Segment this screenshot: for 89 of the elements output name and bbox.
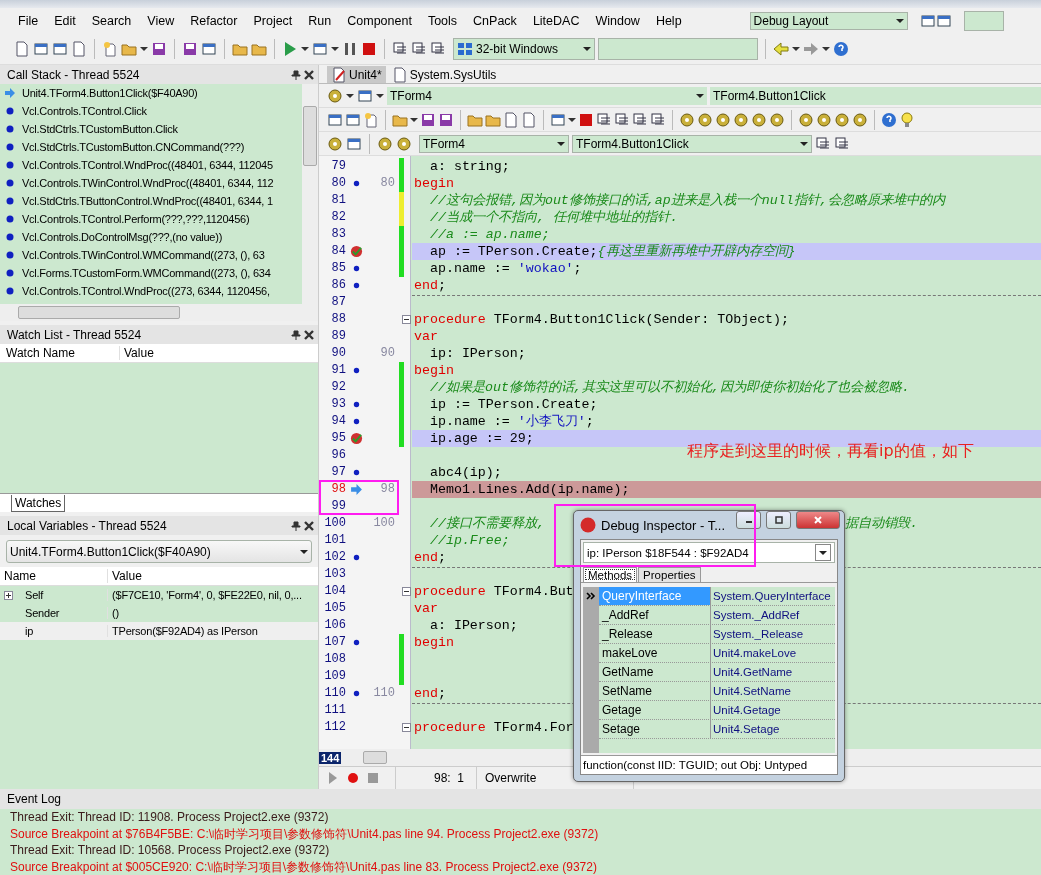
- panel-title: Event Log: [0, 789, 1041, 809]
- line-number: 107: [323, 634, 346, 651]
- line-number: 90: [330, 345, 346, 362]
- code-line: 据自动销毁.: [845, 515, 918, 532]
- code-line: begin: [413, 362, 454, 379]
- line-number: 102: [323, 549, 346, 566]
- line-number: 109: [323, 668, 346, 685]
- line-number: 111: [323, 702, 346, 719]
- line-number: 96: [330, 447, 346, 464]
- method-value: Unit4.Getage: [712, 703, 781, 718]
- log-entry: Thread Exit: Thread ID: 11908. Process Project2.exe (9372): [10, 809, 330, 826]
- code-line: begin: [413, 634, 454, 651]
- line-number: 89: [330, 328, 346, 345]
- code-line: procedure TForm4.Button1Click(Sender: TObject);: [413, 311, 790, 328]
- line-label: 110: [373, 686, 395, 700]
- line-label: 90: [380, 346, 395, 360]
- method-value: System.QueryInterface: [712, 589, 831, 604]
- line-label: 80: [380, 176, 395, 190]
- line-number: 100: [323, 515, 346, 532]
- code-line: begin: [413, 175, 454, 192]
- line-number: 105: [323, 600, 346, 617]
- variable-name: Self: [25, 589, 44, 601]
- variable-value: (): [111, 607, 119, 619]
- code-line: a: string;: [428, 158, 510, 175]
- method-value: System._AddRef: [712, 608, 800, 623]
- line-number: 81: [330, 192, 346, 209]
- line-number: 85: [330, 260, 346, 277]
- code-line: var: [413, 600, 438, 617]
- panel-title: Watch List - Thread 5524: [7, 327, 142, 342]
- line-number: 104: [323, 583, 346, 600]
- log-entry: Source Breakpoint at $005CE920: C:\临时学习项目\参数修饰符\Unit4.pas line 83. Process Project2.exe (9372): [10, 858, 598, 875]
- line-number: 97: [330, 464, 346, 481]
- code-line: end;: [413, 685, 446, 702]
- line-label: 100: [373, 516, 395, 530]
- line-number: 91: [330, 362, 346, 379]
- code-line: end;: [413, 277, 446, 294]
- line-number: 79: [330, 158, 346, 175]
- line-number: 98: [330, 481, 346, 498]
- line-number: 88: [330, 311, 346, 328]
- code-line: procedure TForm4.But: [413, 583, 574, 600]
- line-number: 84: [330, 243, 346, 260]
- line-number: 108: [323, 651, 346, 668]
- line-number: 112: [323, 719, 346, 736]
- code-line: var: [413, 328, 438, 345]
- code-line: ip: IPerson;: [428, 345, 526, 362]
- line-number: 83: [330, 226, 346, 243]
- panel-title: Local Variables - Thread 5524: [7, 518, 167, 533]
- variable-value: TPerson($F92AD4) as IPerson: [111, 625, 258, 637]
- line-number: 93: [330, 396, 346, 413]
- line-number: 80: [330, 175, 346, 192]
- method-value: System._Release: [712, 627, 804, 642]
- line-number: 86: [330, 277, 346, 294]
- line-number: 99: [330, 498, 346, 515]
- line-number: 95: [330, 430, 346, 447]
- code-line: //接口不需要释放,: [428, 516, 545, 531]
- method-value: Unit4.makeLove: [712, 646, 797, 661]
- line-number: 94: [330, 413, 346, 430]
- line-number: 101: [323, 532, 346, 549]
- variable-name: Sender: [25, 607, 60, 619]
- panel-title: Call Stack - Thread 5524: [7, 67, 140, 82]
- variable-value: ($F7CE10, 'Form4', 0, $FE22E0, nil, 0,...: [111, 589, 302, 601]
- variable-name: ip: [25, 625, 34, 637]
- log-entry: Source Breakpoint at $76B4F5BE: C:\临时学习项目\参数修饰符\Unit4.pas line 94. Process Project2.exe (9372): [10, 825, 600, 842]
- line-number: 82: [330, 209, 346, 226]
- code-line: abc4(ip);: [428, 464, 502, 481]
- signature-hint: function(const IID: TGUID; out Obj: Untyped: [581, 755, 837, 774]
- code-line: ap.name := 'wokao';: [428, 260, 582, 277]
- code-line: //ip.Free;: [428, 532, 510, 549]
- window-title: Debug Inspector - T...: [601, 517, 726, 533]
- code-line: ip.name := '小李飞刀';: [428, 413, 594, 430]
- line-label: 98: [380, 482, 395, 496]
- method-value: Unit4.SetName: [712, 684, 791, 699]
- code-line: //这句会报错,因为out修饰接口的话,ap进来是入栈一个null指针,会忽略原来堆中的内: [428, 192, 945, 209]
- line-number: 103: [323, 566, 346, 583]
- line-number: 106: [323, 617, 346, 634]
- log-entry: Thread Exit: Thread ID: 10568. Process Project2.exe (9372): [10, 842, 331, 859]
- method-value: Unit4.GetName: [712, 665, 793, 680]
- code-line: end;: [413, 549, 446, 566]
- code-line: //a := ap.name;: [428, 226, 550, 243]
- code-line: procedure TForm4.For: [413, 719, 574, 736]
- code-line: ip := TPerson.Create;: [428, 396, 598, 413]
- line-number: 87: [330, 294, 346, 311]
- method-value: Unit4.Setage: [712, 722, 780, 737]
- code-line: a: IPerson;: [428, 617, 518, 634]
- line-number: 92: [330, 379, 346, 396]
- line-count: 144: [319, 751, 342, 764]
- line-number: 110: [323, 685, 346, 702]
- code-line: //当成一个不指向, 任何堆中地址的指针.: [428, 209, 678, 226]
- code-line: //如果是out修饰符的话,其实这里可以不初始化,因为即使你初始化了也会被忽略.: [428, 379, 910, 396]
